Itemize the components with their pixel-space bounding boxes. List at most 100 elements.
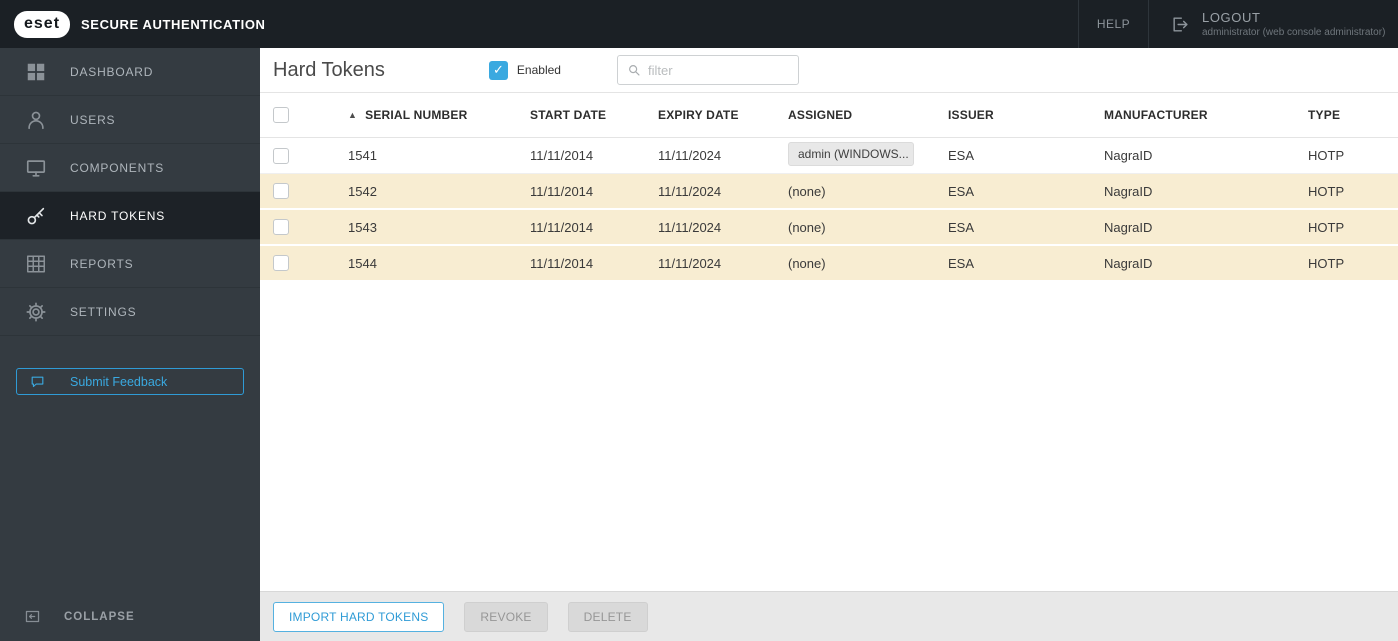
app-title: SECURE AUTHENTICATION xyxy=(81,16,266,32)
cell-start-date: 11/11/2014 xyxy=(530,148,594,163)
table-row[interactable]: 1541 11/11/2014 11/11/2024 admin (WINDOW… xyxy=(260,138,1398,174)
reports-grid-icon xyxy=(24,252,48,276)
column-header-issuer[interactable]: ISSUER xyxy=(948,108,1104,122)
enabled-label: Enabled xyxy=(516,63,561,77)
sidebar-item-label: COMPONENTS xyxy=(70,160,165,175)
monitor-icon xyxy=(24,156,48,180)
logout-text-block: LOGOUT administrator (web console admini… xyxy=(1202,10,1385,38)
cell-assigned: (none) xyxy=(788,183,826,199)
filter-input[interactable] xyxy=(647,62,789,78)
cell-start-date: 11/11/2014 xyxy=(530,255,594,271)
page-title: Hard Tokens xyxy=(273,58,385,81)
cell-serial-number: 1542 xyxy=(348,183,377,199)
cell-type: HOTP xyxy=(1308,255,1345,271)
sidebar-item-hard-tokens[interactable]: HARD TOKENS xyxy=(0,192,260,240)
cell-assigned: (none) xyxy=(788,219,826,235)
sidebar-item-label: USERS xyxy=(70,112,116,127)
cell-serial-number: 1544 xyxy=(348,255,377,271)
app-window: eset SECURE AUTHENTICATION HELP LOGOUT a… xyxy=(0,0,1398,641)
cell-expiry-date: 11/11/2024 xyxy=(658,255,722,271)
enabled-filter-toggle[interactable]: ✓ Enabled xyxy=(488,60,561,80)
row-checkbox[interactable] xyxy=(273,183,289,199)
sidebar-nav: DASHBOARD USERS COMPONENTS HARD TOKENS R… xyxy=(0,48,260,336)
cell-manufacturer: NagraID xyxy=(1104,255,1153,271)
top-bar: eset SECURE AUTHENTICATION HELP LOGOUT a… xyxy=(0,0,1398,48)
cell-issuer: ESA xyxy=(948,219,975,235)
assigned-user-chip[interactable]: admin (WINDOWS... xyxy=(788,142,914,166)
column-label: SERIAL NUMBER xyxy=(365,108,468,122)
table-row[interactable]: 1542 11/11/2014 11/11/2024 (none) ESA Na… xyxy=(260,174,1398,210)
column-header-manufacturer[interactable]: MANUFACTURER xyxy=(1104,108,1308,122)
cell-serial-number: 1543 xyxy=(348,219,377,235)
action-bar: IMPORT HARD TOKENS REVOKE DELETE xyxy=(260,591,1398,641)
cell-manufacturer: NagraID xyxy=(1104,148,1153,163)
sort-ascending-icon: ▲ xyxy=(348,110,358,120)
cell-assigned: admin (WINDOWS... xyxy=(788,142,948,169)
table-row[interactable]: 1544 11/11/2014 11/11/2024 (none) ESA Na… xyxy=(260,246,1398,282)
select-all-checkbox[interactable] xyxy=(273,107,289,123)
column-header-assigned[interactable]: ASSIGNED xyxy=(788,108,948,122)
sidebar: DASHBOARD USERS COMPONENTS HARD TOKENS R… xyxy=(0,48,260,641)
cell-manufacturer: NagraID xyxy=(1104,183,1153,199)
eset-logo: eset xyxy=(14,10,71,38)
select-all-cell xyxy=(260,107,348,123)
cell-issuer: ESA xyxy=(948,148,975,163)
submit-feedback-button[interactable]: Submit Feedback xyxy=(16,368,244,395)
import-hard-tokens-button[interactable]: IMPORT HARD TOKENS xyxy=(273,601,445,632)
cell-expiry-date: 11/11/2024 xyxy=(658,183,722,199)
cell-serial-number: 1541 xyxy=(348,148,377,163)
cell-issuer: ESA xyxy=(948,183,975,199)
help-button[interactable]: HELP xyxy=(1078,0,1148,48)
logout-label: LOGOUT xyxy=(1202,10,1261,25)
column-header-start-date[interactable]: START DATE xyxy=(530,108,658,122)
sidebar-item-reports[interactable]: REPORTS xyxy=(0,240,260,288)
sidebar-item-label: DASHBOARD xyxy=(70,64,154,79)
sidebar-item-label: SETTINGS xyxy=(70,304,137,319)
column-header-type[interactable]: TYPE xyxy=(1308,108,1398,122)
collapse-button[interactable]: COLLAPSE xyxy=(24,608,135,626)
brand-area: eset SECURE AUTHENTICATION xyxy=(0,0,266,48)
row-checkbox[interactable] xyxy=(273,147,289,164)
logout-icon xyxy=(1173,16,1188,32)
logout-button[interactable]: LOGOUT administrator (web console admini… xyxy=(1148,0,1398,48)
logout-subtitle: administrator (web console administrator… xyxy=(1202,27,1386,38)
revoke-button[interactable]: REVOKE xyxy=(464,601,548,632)
cell-type: HOTP xyxy=(1308,219,1345,235)
enabled-checkbox[interactable]: ✓ xyxy=(488,60,508,80)
page-header: Hard Tokens ✓ Enabled xyxy=(260,48,1398,92)
sidebar-item-users[interactable]: USERS xyxy=(0,96,260,144)
sidebar-item-label: REPORTS xyxy=(70,256,134,271)
sidebar-item-components[interactable]: COMPONENTS xyxy=(0,144,260,192)
gear-icon xyxy=(24,300,48,324)
row-checkbox[interactable] xyxy=(273,255,289,271)
delete-button[interactable]: DELETE xyxy=(567,601,648,632)
cell-manufacturer: NagraID xyxy=(1104,219,1153,235)
key-icon xyxy=(24,204,48,228)
filter-search-box[interactable] xyxy=(616,55,799,85)
cell-expiry-date: 11/11/2024 xyxy=(658,148,722,163)
table-body: 1541 11/11/2014 11/11/2024 admin (WINDOW… xyxy=(260,138,1398,282)
column-header-expiry-date[interactable]: EXPIRY DATE xyxy=(658,108,788,122)
cell-issuer: ESA xyxy=(948,255,975,271)
collapse-icon xyxy=(24,608,42,626)
cell-assigned: (none) xyxy=(788,255,826,271)
row-checkbox[interactable] xyxy=(273,219,289,235)
top-bar-right: HELP LOGOUT administrator (web console a… xyxy=(1078,0,1398,48)
check-icon: ✓ xyxy=(492,62,504,77)
submit-feedback-label: Submit Feedback xyxy=(70,374,168,389)
table-row[interactable]: 1543 11/11/2014 11/11/2024 (none) ESA Na… xyxy=(260,210,1398,246)
cell-start-date: 11/11/2014 xyxy=(530,219,594,235)
cell-type: HOTP xyxy=(1308,148,1345,163)
cell-start-date: 11/11/2014 xyxy=(530,183,594,199)
column-header-serial-number[interactable]: ▲ SERIAL NUMBER xyxy=(348,108,530,122)
cell-expiry-date: 11/11/2024 xyxy=(658,219,722,235)
sidebar-item-settings[interactable]: SETTINGS xyxy=(0,288,260,336)
search-icon xyxy=(627,63,641,77)
sidebar-item-dashboard[interactable]: DASHBOARD xyxy=(0,48,260,96)
main-content: Hard Tokens ✓ Enabled ▲ xyxy=(260,48,1398,641)
collapse-label: COLLAPSE xyxy=(64,611,135,623)
user-icon xyxy=(24,108,48,132)
sidebar-item-label: HARD TOKENS xyxy=(70,208,166,223)
table-header-row: ▲ SERIAL NUMBER START DATE EXPIRY DATE A… xyxy=(260,92,1398,138)
feedback-bubble-icon xyxy=(30,374,46,390)
